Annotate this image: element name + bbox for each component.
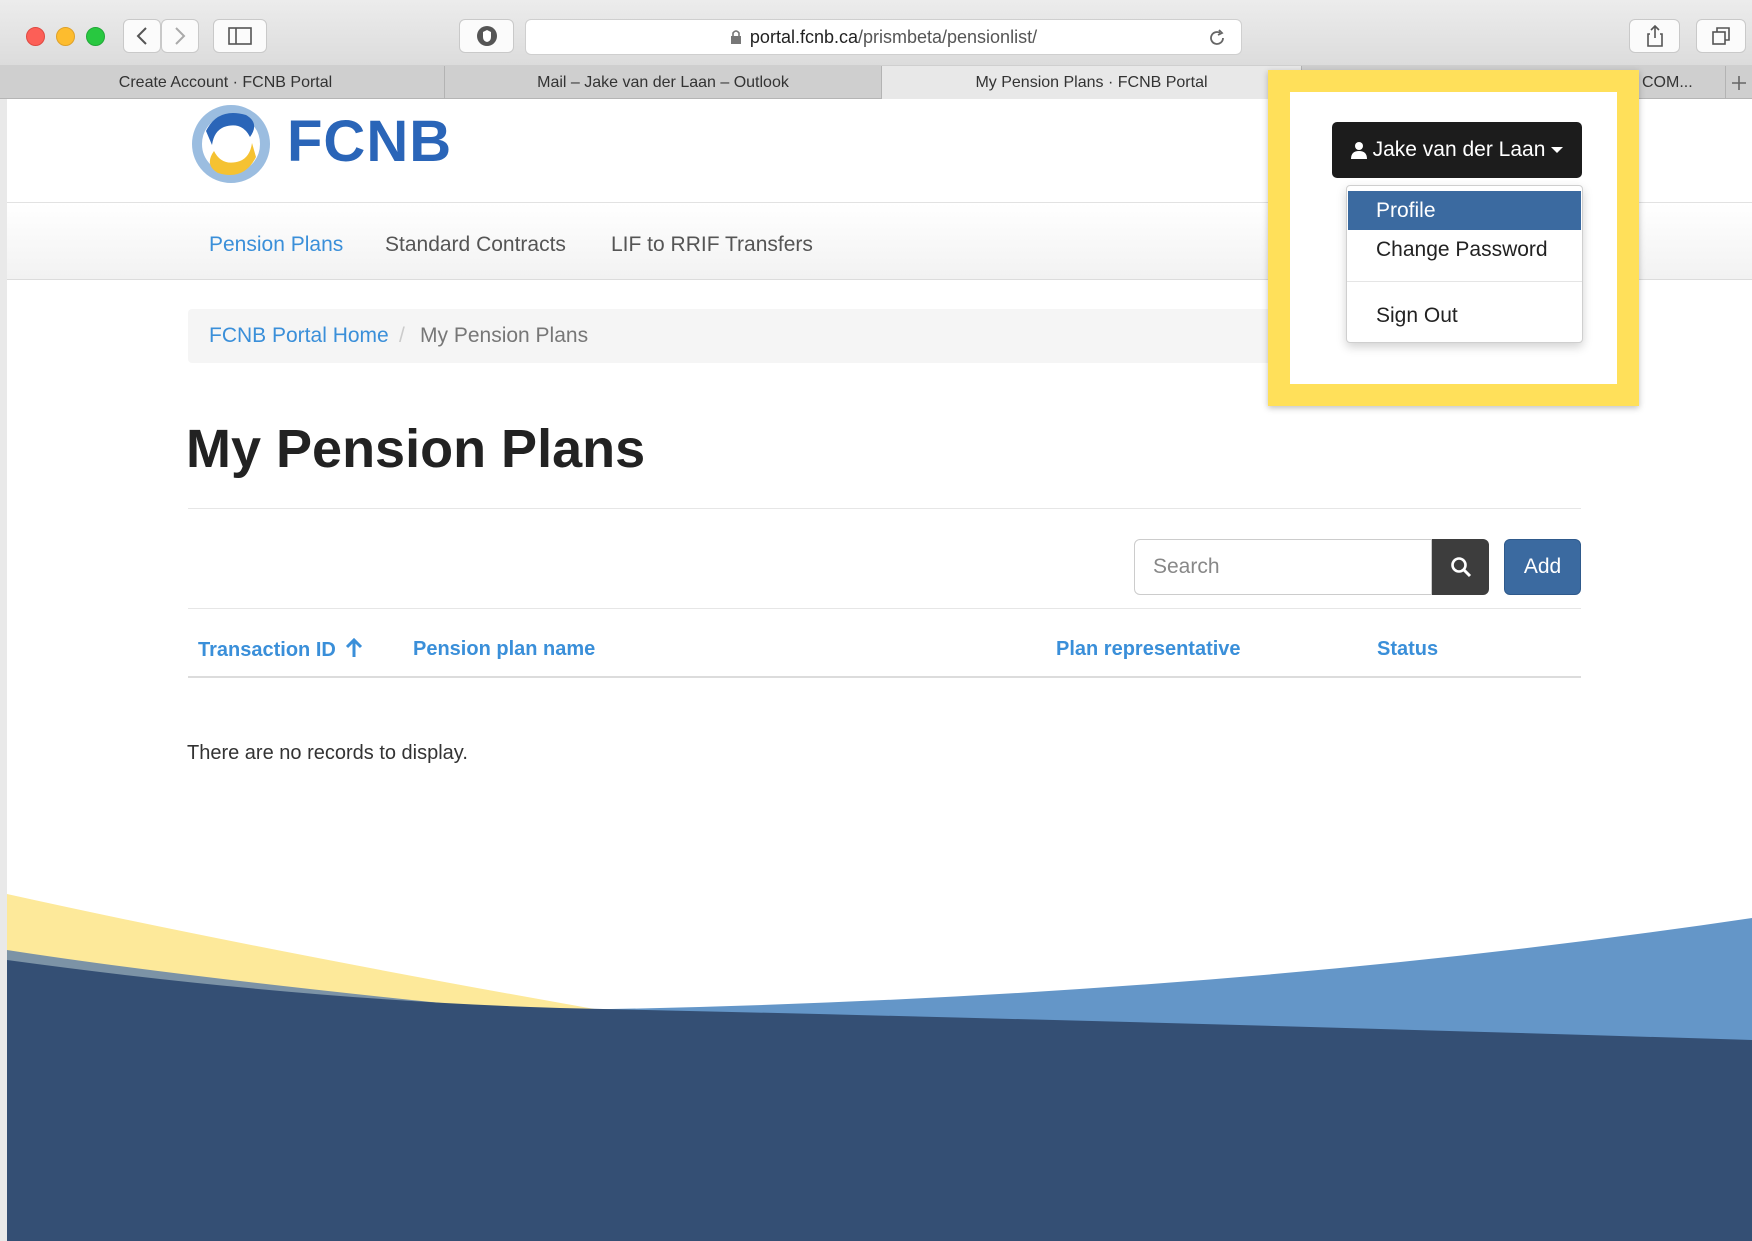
chevron-left-icon bbox=[136, 27, 147, 45]
tab-label: Mail – Jake van der Laan – Outlook bbox=[537, 73, 789, 91]
breadcrumb-current: My Pension Plans bbox=[420, 324, 589, 347]
zoom-window-button[interactable] bbox=[86, 27, 105, 46]
nav-pension-plans[interactable]: Pension Plans bbox=[209, 233, 343, 257]
user-dropdown-menu: Profile Change Password Sign Out bbox=[1346, 185, 1583, 343]
tab-my-pension-plans[interactable]: My Pension Plans · FCNB Portal bbox=[882, 66, 1302, 99]
page-title: My Pension Plans bbox=[186, 419, 646, 479]
breadcrumb-home-link[interactable]: FCNB Portal Home bbox=[209, 324, 389, 348]
url-path: /prismbeta/pensionlist/ bbox=[857, 26, 1038, 47]
add-button[interactable]: Add bbox=[1504, 539, 1581, 595]
title-divider bbox=[188, 508, 1581, 509]
breadcrumb-separator: / bbox=[399, 324, 405, 347]
empty-table-message: There are no records to display. bbox=[187, 742, 468, 764]
shield-icon bbox=[476, 26, 497, 46]
url-host: portal.fcnb.ca bbox=[749, 26, 858, 47]
forward-button[interactable] bbox=[161, 19, 199, 53]
share-icon bbox=[1646, 25, 1663, 47]
tabs-overview-button[interactable] bbox=[1696, 19, 1746, 53]
logo-text: FCNB bbox=[287, 109, 453, 174]
search-icon bbox=[1450, 557, 1471, 578]
column-transaction-id[interactable]: Transaction ID bbox=[198, 637, 363, 662]
nav-lif-rrif-transfers[interactable]: LIF to RRIF Transfers bbox=[611, 233, 813, 257]
menu-divider bbox=[1347, 281, 1582, 282]
minimize-window-button[interactable] bbox=[56, 27, 75, 46]
close-window-button[interactable] bbox=[26, 27, 45, 46]
lock-icon bbox=[730, 30, 741, 44]
tab-label: My Pension Plans · FCNB Portal bbox=[975, 73, 1208, 91]
column-pension-plan-name[interactable]: Pension plan name bbox=[413, 638, 595, 661]
search-button[interactable] bbox=[1432, 539, 1489, 595]
tab-label: Create Account · FCNB Portal bbox=[118, 73, 333, 91]
plus-icon bbox=[1732, 75, 1746, 90]
toolbar-divider bbox=[188, 608, 1581, 609]
column-plan-representative[interactable]: Plan representative bbox=[1056, 638, 1241, 661]
back-button[interactable] bbox=[123, 19, 161, 53]
tab-create-account[interactable]: Create Account · FCNB Portal bbox=[7, 66, 445, 99]
new-tab-button[interactable] bbox=[1726, 66, 1752, 99]
footer-wave bbox=[7, 894, 1752, 1241]
column-status[interactable]: Status bbox=[1377, 638, 1438, 661]
table-header-border bbox=[188, 676, 1581, 678]
search-input[interactable] bbox=[1134, 539, 1432, 595]
tabs-icon bbox=[1712, 27, 1730, 45]
reload-icon[interactable] bbox=[1207, 28, 1227, 48]
address-bar[interactable]: portal.fcnb.ca/prismbeta/pensionlist/ bbox=[525, 19, 1242, 55]
tab-label: COM... bbox=[1642, 73, 1693, 91]
caret-down-icon bbox=[1551, 147, 1564, 153]
chevron-right-icon bbox=[175, 27, 186, 45]
privacy-extension-button[interactable] bbox=[459, 19, 514, 53]
user-menu-button[interactable]: Jake van der Laan bbox=[1332, 122, 1582, 178]
fcnb-logo[interactable] bbox=[188, 101, 274, 192]
nav-standard-contracts[interactable]: Standard Contracts bbox=[385, 233, 566, 257]
column-label: Transaction ID bbox=[198, 639, 336, 661]
menu-item-change-password[interactable]: Change Password bbox=[1348, 230, 1581, 269]
fcnb-logo-mark bbox=[192, 105, 270, 183]
sidebar-toggle-button[interactable] bbox=[213, 19, 267, 53]
menu-item-sign-out[interactable]: Sign Out bbox=[1348, 296, 1581, 335]
tab-com[interactable]: COM... bbox=[1640, 66, 1726, 99]
sort-ascending-icon bbox=[346, 637, 363, 657]
menu-item-profile[interactable]: Profile bbox=[1348, 191, 1581, 230]
user-name: Jake van der Laan bbox=[1372, 138, 1546, 161]
tab-mail-outlook[interactable]: Mail – Jake van der Laan – Outlook bbox=[445, 66, 882, 99]
share-button[interactable] bbox=[1629, 19, 1680, 53]
sidebar-icon bbox=[228, 27, 252, 45]
user-icon bbox=[1350, 142, 1367, 159]
